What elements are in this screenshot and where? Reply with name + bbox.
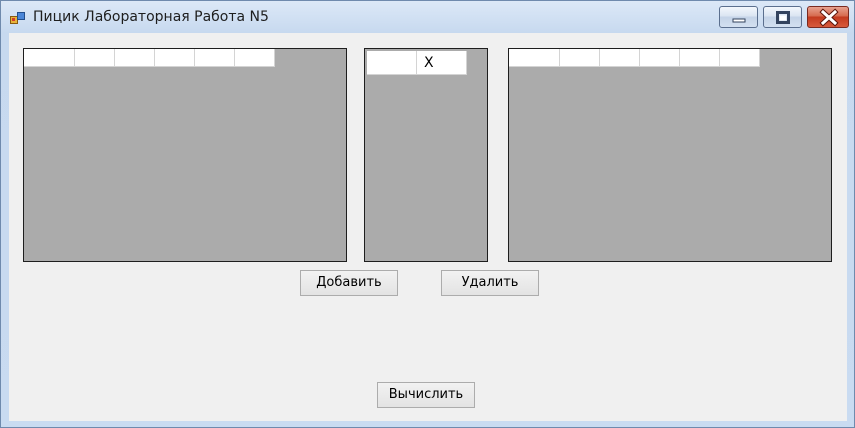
minimize-button[interactable]: [719, 6, 758, 28]
minimize-icon: [732, 18, 746, 23]
maximize-button[interactable]: [763, 6, 802, 28]
left-grid-cell[interactable]: [235, 49, 275, 67]
middle-grid-row-header[interactable]: [367, 51, 417, 75]
close-icon: [819, 8, 839, 27]
right-grid-header-row: [509, 49, 760, 67]
right-grid-cell[interactable]: [640, 49, 680, 67]
left-grid-row-header[interactable]: [24, 49, 75, 67]
right-grid-cell[interactable]: [560, 49, 600, 67]
app-window: Пицик Лабораторная Работа N5 X Добавить …: [0, 0, 855, 428]
left-grid-cell[interactable]: [115, 49, 155, 67]
compute-button[interactable]: Вычислить: [377, 382, 475, 408]
form-client-area: X Добавить Удалить Вычислить: [9, 33, 847, 421]
right-grid-cell[interactable]: [720, 49, 760, 67]
middle-grid-column-header-x[interactable]: X: [417, 51, 467, 75]
form-app-icon: [10, 10, 26, 24]
left-grid-cell[interactable]: [195, 49, 235, 67]
close-button[interactable]: [807, 6, 849, 28]
add-button[interactable]: Добавить: [300, 270, 398, 296]
middle-grid-header-row: X: [367, 51, 467, 75]
right-data-grid[interactable]: [508, 48, 832, 262]
left-grid-cell[interactable]: [155, 49, 195, 67]
left-grid-cell[interactable]: [75, 49, 115, 67]
maximize-icon: [776, 11, 790, 24]
right-grid-cell[interactable]: [600, 49, 640, 67]
right-grid-row-header[interactable]: [509, 49, 560, 67]
middle-data-grid[interactable]: X: [364, 48, 488, 262]
left-grid-header-row: [24, 49, 275, 67]
right-grid-cell[interactable]: [680, 49, 720, 67]
delete-button[interactable]: Удалить: [441, 270, 539, 296]
title-bar[interactable]: Пицик Лабораторная Работа N5: [1, 1, 854, 33]
window-title: Пицик Лабораторная Работа N5: [33, 9, 269, 25]
left-data-grid[interactable]: [23, 48, 347, 262]
